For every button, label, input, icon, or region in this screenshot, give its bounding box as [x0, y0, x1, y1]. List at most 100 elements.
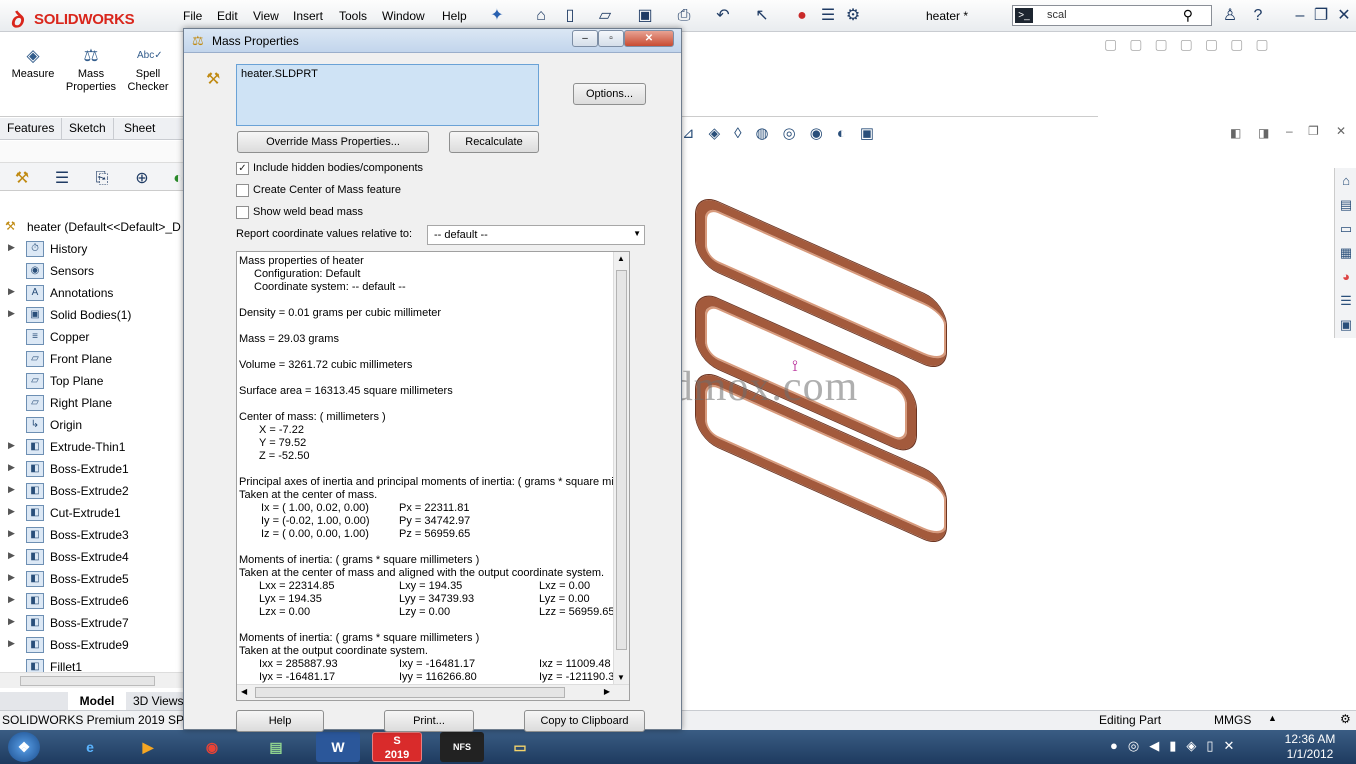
system-tray-icons[interactable]: ●◎◀▮◈▯✕	[1110, 738, 1244, 754]
scroll-left-icon[interactable]: ◀	[241, 687, 247, 696]
featuremanager-tab-icon[interactable]: ⚒	[12, 169, 32, 189]
media-player-icon[interactable]: ▶	[126, 732, 170, 762]
status-settings-icon[interactable]: ⚙	[1340, 712, 1351, 726]
checkbox-box[interactable]: ✓	[236, 162, 249, 175]
design-library-icon[interactable]: ▤	[1337, 196, 1355, 214]
tree-scrollbar[interactable]	[0, 672, 184, 688]
override-mass-properties-button[interactable]: Override Mass Properties...	[237, 131, 429, 153]
expand-arrow-icon[interactable]: ▶	[8, 440, 15, 451]
checkbox-box[interactable]	[236, 184, 249, 197]
expand-arrow-icon[interactable]: ▶	[8, 572, 15, 583]
save-icon[interactable]: ▣	[635, 6, 655, 26]
tree-item[interactable]: ▱ Top Plane	[0, 370, 184, 392]
search-input[interactable]: scal	[1047, 9, 1067, 21]
expand-arrow-icon[interactable]: ▶	[8, 616, 15, 627]
dimxpert-tab-icon[interactable]: ⊕	[132, 169, 152, 189]
spell-checker-button[interactable]: Abc✓ Spell Checker	[118, 46, 178, 94]
units-up-icon[interactable]: ▲	[1268, 713, 1277, 723]
tree-item[interactable]: ▶ ◧ Boss-Extrude9	[0, 634, 184, 656]
file-properties-icon[interactable]: ☰	[818, 6, 838, 26]
selection-filter-toolbar[interactable]: ▢▢▢▢▢▢▢	[1104, 36, 1354, 60]
tree-item[interactable]: ▶ ◧ Extrude-Thin1	[0, 436, 184, 458]
pin-icon[interactable]: ✦	[487, 6, 507, 26]
menu-help[interactable]: Help	[442, 9, 467, 23]
tree-item[interactable]: ▶ ⏱ History	[0, 238, 184, 260]
tab-model[interactable]: Model	[68, 692, 126, 710]
tree-item[interactable]: ≡ Copper	[0, 326, 184, 348]
tree-item[interactable]: ▶ ◧ Boss-Extrude4	[0, 546, 184, 568]
graphics-area[interactable]: ⊿◈◊◍◎◉◐▣ ◧ ◨ – ❐ ✕ ⟟	[682, 118, 1356, 710]
home-icon[interactable]: ⌂	[531, 6, 551, 26]
undo-icon[interactable]: ↶	[713, 6, 733, 26]
expand-arrow-icon[interactable]: ▶	[8, 308, 15, 319]
scrollbar-thumb[interactable]	[616, 270, 627, 650]
expand-arrow-icon[interactable]: ▶	[8, 484, 15, 495]
dialog-minimize-button[interactable]: –	[572, 30, 598, 47]
mass-properties-report[interactable]: Mass properties of heater Configuration:…	[236, 251, 630, 701]
checkbox-box[interactable]	[236, 206, 249, 219]
recalculate-button[interactable]: Recalculate	[449, 131, 539, 153]
print-icon[interactable]: ⎙	[674, 6, 694, 26]
options-button[interactable]: Options...	[573, 83, 646, 105]
view-palette-icon[interactable]: ▦	[1337, 244, 1355, 262]
copy-to-clipboard-button[interactable]: Copy to Clipboard	[524, 710, 645, 732]
window-minimize-icon[interactable]: –	[1286, 124, 1293, 138]
dialog-title-bar[interactable]: ⚖ Mass Properties – ▫ ✕	[184, 29, 681, 53]
tree-item[interactable]: ▶ ◧ Boss-Extrude7	[0, 612, 184, 634]
expand-arrow-icon[interactable]: ▶	[8, 506, 15, 517]
tree-scrollbar-thumb[interactable]	[20, 676, 155, 686]
solidworks-logo[interactable]: ꝺ SOLIDWORKS	[10, 2, 160, 32]
scroll-right-icon[interactable]: ▶	[604, 687, 610, 696]
tab-features[interactable]: Features	[0, 118, 63, 140]
expand-arrow-icon[interactable]: ▶	[8, 638, 15, 649]
panel-right-icon[interactable]: ◨	[1258, 126, 1269, 140]
selected-item[interactable]: heater.SLDPRT	[241, 68, 318, 80]
menu-view[interactable]: View	[253, 9, 279, 23]
word-icon[interactable]: W	[316, 732, 360, 762]
tree-item[interactable]: ▶ ◧ Boss-Extrude2	[0, 480, 184, 502]
restore-icon[interactable]: ❐	[1311, 6, 1331, 26]
expand-arrow-icon[interactable]: ▶	[8, 286, 15, 297]
open-icon[interactable]: ▱	[595, 6, 615, 26]
tree-item[interactable]: ↳ Origin	[0, 414, 184, 436]
help-button[interactable]: Help	[236, 710, 324, 732]
start-button[interactable]: ❖	[8, 732, 40, 762]
tree-item[interactable]: ▶ ◧ Boss-Extrude3	[0, 524, 184, 546]
tree-item[interactable]: ▶ ◧ Boss-Extrude5	[0, 568, 184, 590]
mass-properties-button[interactable]: ⚖ Mass Properties	[61, 46, 121, 94]
home-icon[interactable]: ⌂	[1337, 172, 1355, 190]
dialog-maximize-button[interactable]: ▫	[598, 30, 624, 47]
report-horizontal-scrollbar[interactable]: ◀ ▶	[237, 684, 629, 700]
configurationmanager-tab-icon[interactable]: ⎘	[92, 169, 112, 189]
tree-item[interactable]: ▶ A Annotations	[0, 282, 184, 304]
help-icon[interactable]: ?	[1248, 6, 1268, 26]
task-manager-icon[interactable]: ▤	[254, 732, 298, 762]
user-icon[interactable]: ♙	[1220, 6, 1240, 26]
coordinate-system-select[interactable]: -- default -- ▼	[427, 225, 645, 245]
tree-item[interactable]: ▶ ◧ Cut-Extrude1	[0, 502, 184, 524]
scrollbar-thumb[interactable]	[255, 687, 565, 698]
tree-item[interactable]: ▱ Front Plane	[0, 348, 184, 370]
custom-properties-icon[interactable]: ☰	[1337, 292, 1355, 310]
window-close-icon[interactable]: ✕	[1336, 124, 1346, 138]
solidworks-taskbar-icon[interactable]: S 2019	[372, 732, 422, 762]
expand-arrow-icon[interactable]: ▶	[8, 550, 15, 561]
tree-item[interactable]: ▶ ◧ Boss-Extrude6	[0, 590, 184, 612]
new-document-icon[interactable]: ▯	[560, 6, 580, 26]
chrome-icon[interactable]: ◉	[190, 732, 234, 762]
tab-3d-views[interactable]: 3D Views	[128, 692, 183, 710]
scroll-down-icon[interactable]: ▼	[617, 673, 625, 682]
clock[interactable]: 12:36 AM 1/1/2012	[1270, 732, 1350, 762]
tree-root[interactable]: ⚒ heater (Default<<Default>_D	[0, 216, 184, 238]
close-icon[interactable]: ✕	[1334, 6, 1354, 26]
propertymanager-tab-icon[interactable]: ☰	[52, 169, 72, 189]
tree-item[interactable]: ◉ Sensors	[0, 260, 184, 282]
panel-left-icon[interactable]: ◧	[1230, 126, 1241, 140]
internet-explorer-icon[interactable]: e	[68, 732, 112, 762]
expand-arrow-icon[interactable]: ▶	[8, 528, 15, 539]
expand-arrow-icon[interactable]: ▶	[8, 594, 15, 605]
tab-sketch[interactable]: Sketch	[62, 118, 114, 140]
menu-edit[interactable]: Edit	[217, 9, 238, 23]
tab-sheet-metal[interactable]: Sheet Meta	[117, 118, 184, 156]
menu-insert[interactable]: Insert	[293, 9, 323, 23]
